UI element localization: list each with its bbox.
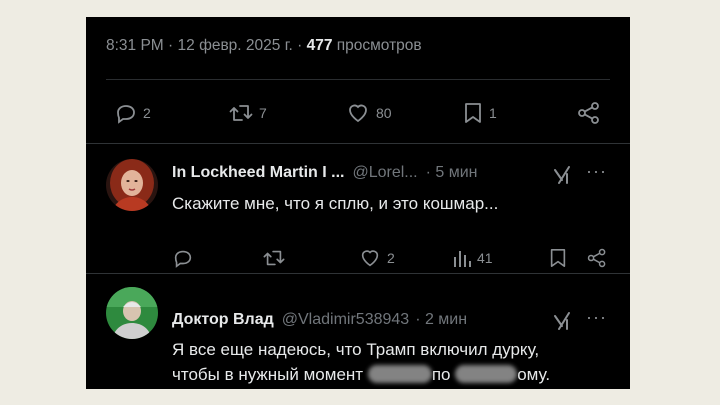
user-handle[interactable]: @Vladimir538943 [282,311,409,329]
heart-icon [358,247,382,269]
reply-time: · 2 мин [415,311,468,328]
redacted-word [455,365,518,383]
share-icon [586,247,608,269]
like-button[interactable]: 80 [345,101,392,125]
retweet-icon [262,247,286,269]
views-label: просмотров [336,37,422,54]
share-button[interactable] [586,247,608,269]
user-handle[interactable]: @Lorel... [352,164,417,182]
redacted-word [367,365,432,383]
reply-icon [172,247,194,269]
more-icon[interactable]: ··· [586,161,607,182]
grok-icon[interactable] [552,311,572,331]
retweet-button[interactable]: 7 [228,101,267,125]
avatar[interactable] [106,287,158,339]
bookmark-icon [462,101,484,125]
reply-button[interactable] [172,247,194,269]
share-button[interactable] [576,101,602,125]
bookmark-button[interactable]: 1 [462,101,497,125]
retweet-button[interactable] [262,247,286,269]
reply-time: · 5 мин [425,164,478,181]
retweet-icon [228,101,254,125]
views-button[interactable]: 41 [452,247,493,269]
bookmark-button[interactable] [548,247,568,269]
reply-icon [114,101,138,125]
like-count: 80 [376,105,392,121]
grok-icon[interactable] [552,165,572,185]
like-count: 2 [387,250,395,266]
views-count: 41 [477,250,493,266]
bookmark-icon [548,247,568,269]
like-button[interactable]: 2 [358,247,395,269]
reply-tweet-2[interactable]: Доктор Влад @Vladimir538943 · 2 мин ··· … [86,273,630,389]
reply-header: Доктор Влад @Vladimir538943 · 2 мин [172,311,467,329]
tweet-time: 8:31 PM [106,37,164,54]
tweet-date: 12 февр. 2025 г. [177,37,293,54]
share-icon [576,101,602,125]
reply-header: In Lockheed Martin I ... @Lorel... · 5 м… [172,164,478,182]
tweet-metadata: 8:31 PM · 12 февр. 2025 г. · 477 просмот… [106,37,422,54]
bookmark-count: 1 [489,105,497,121]
reply-text: Я все еще надеюсь, что Трамп включил дур… [172,340,551,384]
more-icon[interactable]: ··· [586,307,607,328]
views-icon [452,247,472,269]
reply-text: Скажите мне, что я сплю, и это кошмар... [172,194,499,213]
display-name[interactable]: In Lockheed Martin I ... [172,164,344,182]
avatar[interactable] [106,159,158,211]
tweet-screen: 8:31 PM · 12 февр. 2025 г. · 477 просмот… [86,17,630,389]
reply-tweet-1[interactable]: In Lockheed Martin I ... @Lorel... · 5 м… [86,143,630,273]
divider [106,79,610,80]
reply-button[interactable]: 2 [114,101,151,125]
heart-icon [345,101,371,125]
retweet-count: 7 [259,105,267,121]
display-name[interactable]: Доктор Влад [172,311,274,329]
reply-count: 2 [143,105,151,121]
views-count: 477 [306,37,333,54]
